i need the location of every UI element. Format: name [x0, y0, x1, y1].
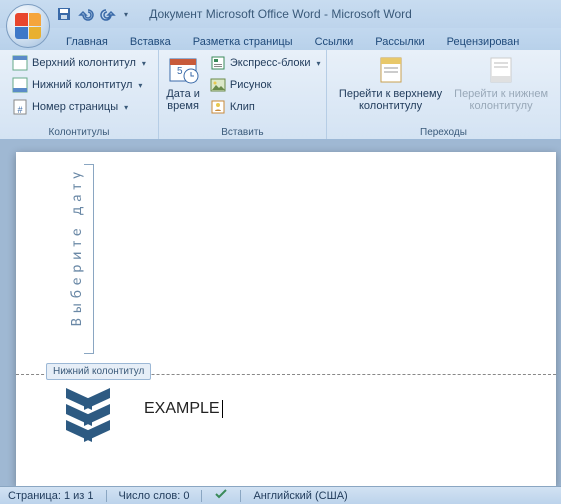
date-time-button[interactable]: 5 Дата и время	[160, 52, 206, 114]
ribbon-tabs: Главная Вставка Разметка страницы Ссылки…	[0, 28, 561, 50]
footer-section-tab[interactable]: Нижний колонтитул	[46, 363, 151, 380]
office-logo-icon	[15, 13, 41, 39]
goto-footer-label: Перейти к нижнем колонтитулу	[454, 88, 548, 112]
status-language[interactable]: Английский (США)	[253, 490, 347, 502]
picture-button[interactable]: Рисунок	[206, 74, 325, 96]
clip-label: Клип	[230, 101, 255, 113]
header-icon	[12, 55, 28, 71]
picture-label: Рисунок	[230, 79, 272, 91]
footer-text-content[interactable]: EXAMPLE	[144, 399, 223, 418]
page-number-label: Номер страницы	[32, 101, 118, 113]
tab-home[interactable]: Главная	[56, 33, 118, 50]
status-page[interactable]: Страница: 1 из 1	[8, 490, 94, 502]
quick-parts-button[interactable]: Экспресс-блоки ▾	[206, 52, 325, 74]
date-time-icon: 5	[167, 54, 199, 86]
clip-button[interactable]: Клип	[206, 96, 325, 118]
quick-parts-label: Экспресс-блоки	[230, 57, 311, 69]
group-title: Переходы	[327, 127, 560, 138]
office-button[interactable]	[6, 4, 50, 48]
goto-footer-icon	[485, 54, 517, 86]
svg-text:5: 5	[177, 66, 183, 77]
header-button[interactable]: Верхний колонтитул ▾	[8, 52, 150, 74]
picture-icon	[210, 77, 226, 93]
qat-dropdown-icon[interactable]: ▾	[124, 10, 128, 19]
goto-header-icon	[375, 54, 407, 86]
group-title: Колонтитулы	[0, 127, 158, 138]
redo-icon[interactable]	[100, 6, 116, 22]
footer-button[interactable]: Нижний колонтитул ▾	[8, 74, 150, 96]
date-picker-placeholder[interactable]: Выберите дату	[68, 167, 86, 326]
status-word-count[interactable]: Число слов: 0	[119, 490, 190, 502]
goto-footer-button: Перейти к нижнем колонтитулу	[448, 52, 554, 114]
text-cursor	[222, 400, 223, 418]
tab-insert[interactable]: Вставка	[120, 33, 181, 50]
goto-header-button[interactable]: Перейти к верхнему колонтитулу	[333, 52, 448, 114]
page[interactable]: Выберите дату Нижний колонтитул EXAMPLE	[16, 152, 556, 486]
footer-label: Нижний колонтитул	[32, 79, 132, 91]
undo-icon[interactable]	[78, 6, 94, 22]
goto-header-label: Перейти к верхнему колонтитулу	[339, 88, 442, 112]
proofing-icon[interactable]	[214, 487, 228, 504]
separator	[106, 490, 107, 502]
chevron-graphic	[66, 394, 110, 442]
title-bar: ▾ Документ Microsoft Office Word - Micro…	[0, 0, 561, 28]
page-number-icon: #	[12, 99, 28, 115]
window-title: Документ Microsoft Office Word - Microso…	[149, 7, 412, 21]
group-title: Вставить	[159, 127, 326, 138]
header-label: Верхний колонтитул	[32, 57, 136, 69]
date-time-label: Дата и время	[166, 88, 200, 112]
quick-parts-icon	[210, 55, 226, 71]
save-icon[interactable]	[56, 6, 72, 22]
tab-mailings[interactable]: Рассылки	[365, 33, 434, 50]
status-bar: Страница: 1 из 1 Число слов: 0 Английски…	[0, 486, 561, 504]
chevron-down-icon: ▾	[138, 81, 142, 90]
group-headers-footers: Верхний колонтитул ▾ Нижний колонтитул ▾…	[0, 50, 159, 139]
footer-text: EXAMPLE	[144, 400, 220, 417]
document-area: Выберите дату Нижний колонтитул EXAMPLE	[0, 140, 561, 486]
page-number-button[interactable]: # Номер страницы ▾	[8, 96, 150, 118]
footer-icon	[12, 77, 28, 93]
separator	[240, 490, 241, 502]
group-insert: 5 Дата и время Экспресс-блоки ▾ Рисунок …	[159, 50, 327, 139]
svg-text:#: #	[17, 105, 22, 115]
separator	[201, 490, 202, 502]
tab-references[interactable]: Ссылки	[305, 33, 364, 50]
clip-icon	[210, 99, 226, 115]
chevron-down-icon: ▾	[142, 59, 146, 68]
tab-page-layout[interactable]: Разметка страницы	[183, 33, 303, 50]
chevron-down-icon: ▾	[317, 59, 321, 68]
chevron-down-icon: ▾	[124, 103, 128, 112]
ribbon: Верхний колонтитул ▾ Нижний колонтитул ▾…	[0, 50, 561, 140]
quick-access-toolbar: ▾	[56, 6, 128, 22]
group-navigation: Перейти к верхнему колонтитулу Перейти к…	[327, 50, 561, 139]
tab-review[interactable]: Рецензирован	[437, 33, 530, 50]
